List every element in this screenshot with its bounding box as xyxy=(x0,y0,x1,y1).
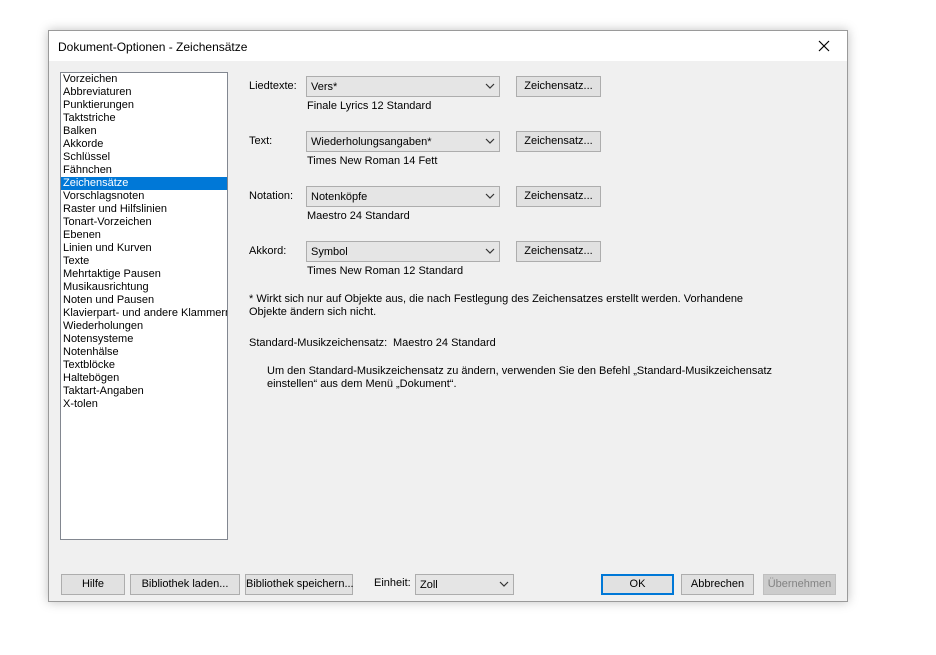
category-item[interactable]: Haltebögen xyxy=(61,372,227,385)
category-item[interactable]: Balken xyxy=(61,125,227,138)
chevron-down-icon xyxy=(485,248,495,254)
font-description: Times New Roman 12 Standard xyxy=(307,265,464,277)
category-item[interactable]: Ebenen xyxy=(61,229,227,242)
ok-button[interactable]: OK xyxy=(601,574,674,595)
standard-font-value: Maestro 24 Standard xyxy=(393,337,496,349)
hint-line-2: einstellen“ aus dem Menü „Dokument“. xyxy=(267,378,457,390)
font-row-label: Akkord: xyxy=(249,245,287,257)
font-row-label: Text: xyxy=(249,135,273,147)
font-category-select[interactable]: Notenköpfe xyxy=(306,186,500,207)
category-item[interactable]: Notenhälse xyxy=(61,346,227,359)
category-item[interactable]: Tonart-Vorzeichen xyxy=(61,216,227,229)
title-bar: Dokument-Optionen - Zeichensätze xyxy=(49,31,847,61)
category-item[interactable]: Punktierungen xyxy=(61,99,227,112)
unit-label: Einheit: xyxy=(374,577,411,589)
category-item[interactable]: Akkorde xyxy=(61,138,227,151)
category-item[interactable]: X-tolen xyxy=(61,398,227,411)
category-item[interactable]: Abbreviaturen xyxy=(61,86,227,99)
document-options-dialog: Dokument-Optionen - Zeichensätze Vorzeic… xyxy=(48,30,848,602)
close-icon xyxy=(818,40,830,52)
category-list[interactable]: Vorzeichen Abbreviaturen Punktierungen Takt… xyxy=(60,72,228,540)
font-button[interactable]: Zeichensatz... xyxy=(516,76,601,97)
chevron-down-icon xyxy=(485,138,495,144)
category-item[interactable]: Taktstriche xyxy=(61,112,227,125)
font-button[interactable]: Zeichensatz... xyxy=(516,131,601,152)
close-button[interactable] xyxy=(801,31,847,61)
unit-select[interactable]: Zoll xyxy=(415,574,514,595)
font-category-select[interactable]: Wiederholungsangaben* xyxy=(306,131,500,152)
category-item[interactable]: Klavierpart- und andere Klammern xyxy=(61,307,227,320)
font-category-value: Vers* xyxy=(311,81,338,93)
font-description: Finale Lyrics 12 Standard xyxy=(307,100,432,112)
category-item[interactable]: Mehrtaktige Pausen xyxy=(61,268,227,281)
cancel-button[interactable]: Abbrechen xyxy=(681,574,754,595)
chevron-down-icon xyxy=(499,581,509,587)
standard-font-label: Standard-Musikzeichensatz: xyxy=(249,337,388,349)
apply-button[interactable]: Übernehmen xyxy=(763,574,836,595)
font-category-select[interactable]: Vers* xyxy=(306,76,500,97)
font-category-value: Notenköpfe xyxy=(311,191,368,203)
font-button[interactable]: Zeichensatz... xyxy=(516,241,601,262)
hint-line-1: Um den Standard-Musikzeichensatz zu ände… xyxy=(267,365,773,377)
chevron-down-icon xyxy=(485,83,495,89)
category-item[interactable]: Fähnchen xyxy=(61,164,227,177)
save-library-button[interactable]: Bibliothek speichern... xyxy=(245,574,354,595)
category-item[interactable]: Musikausrichtung xyxy=(61,281,227,294)
category-item[interactable]: Texte xyxy=(61,255,227,268)
font-description: Maestro 24 Standard xyxy=(307,210,410,222)
category-item[interactable]: Notensysteme xyxy=(61,333,227,346)
font-row-label: Liedtexte: xyxy=(249,80,297,92)
category-item[interactable]: Noten und Pausen xyxy=(61,294,227,307)
chevron-down-icon xyxy=(485,193,495,199)
font-row-label: Notation: xyxy=(249,190,294,202)
category-item[interactable]: Linien und Kurven xyxy=(61,242,227,255)
footnote-line-2: Objekte ändern sich nicht. xyxy=(249,306,377,318)
category-item[interactable]: Vorschlagsnoten xyxy=(61,190,227,203)
category-item[interactable]: Zeichensätze xyxy=(61,177,227,190)
category-item[interactable]: Raster und Hilfslinien xyxy=(61,203,227,216)
unit-select-value: Zoll xyxy=(420,579,438,591)
load-library-button[interactable]: Bibliothek laden... xyxy=(130,574,240,595)
standard-font-hint: Um den Standard-Musikzeichensatz zu ände… xyxy=(267,365,772,391)
category-item[interactable]: Taktart-Angaben xyxy=(61,385,227,398)
font-description: Times New Roman 14 Fett xyxy=(307,155,438,167)
font-category-value: Wiederholungsangaben* xyxy=(311,136,432,148)
help-button[interactable]: Hilfe xyxy=(61,574,125,595)
category-item[interactable]: Wiederholungen xyxy=(61,320,227,333)
footnote-line-1: * Wirkt sich nur auf Objekte aus, die na… xyxy=(249,293,744,305)
category-item[interactable]: Schlüssel xyxy=(61,151,227,164)
dialog-title: Dokument-Optionen - Zeichensätze xyxy=(58,40,248,54)
font-category-value: Symbol xyxy=(311,246,348,258)
category-item[interactable]: Vorzeichen xyxy=(61,73,227,86)
footnote: * Wirkt sich nur auf Objekte aus, die na… xyxy=(249,293,743,319)
font-button[interactable]: Zeichensatz... xyxy=(516,186,601,207)
category-item[interactable]: Textblöcke xyxy=(61,359,227,372)
font-category-select[interactable]: Symbol xyxy=(306,241,500,262)
